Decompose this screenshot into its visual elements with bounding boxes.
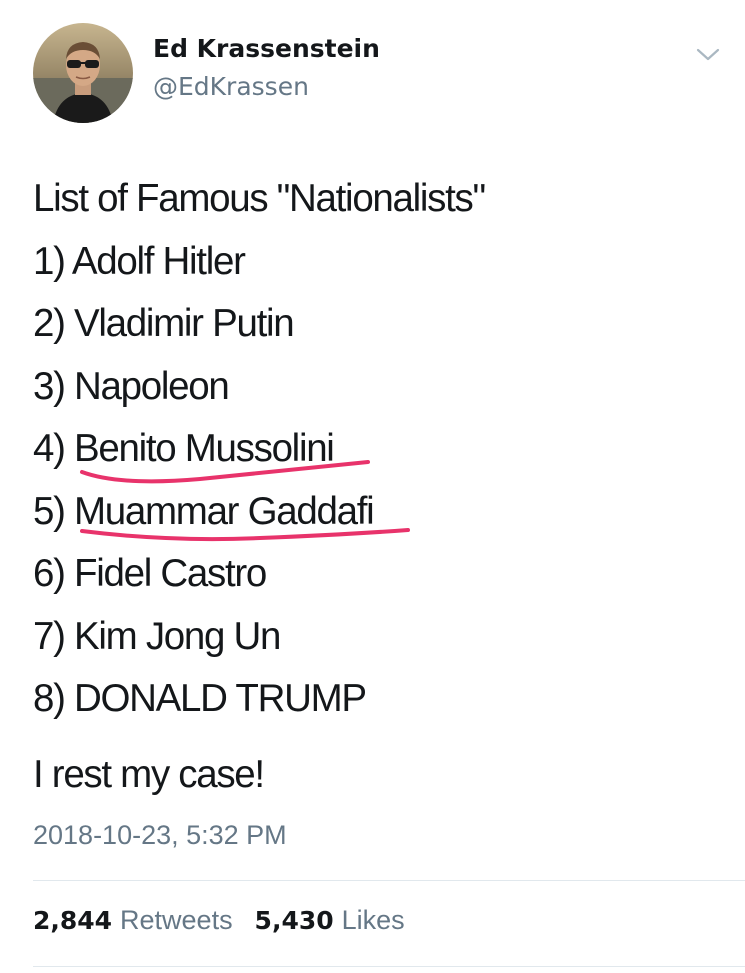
tweet-timestamp[interactable]: 2018-10-23, 5:32 PM (33, 820, 287, 851)
tweet-card: Ed Krassenstein @EdKrassen List of Famou… (0, 0, 745, 973)
likes-count: 5,430 (254, 906, 334, 935)
tweet-text: List of Famous "Nationalists" 1) Adolf H… (33, 168, 486, 731)
retweets-stat[interactable]: 2,844 Retweets (33, 905, 233, 935)
divider (33, 966, 745, 967)
retweets-count: 2,844 (33, 906, 113, 935)
list-item: 6) Fidel Castro (33, 552, 267, 595)
display-name[interactable]: Ed Krassenstein (153, 34, 380, 63)
list-item: 3) Napoleon (33, 364, 230, 408)
list-item: 1) Adolf Hitler (33, 239, 246, 283)
engagement-stats: 2,844 Retweets 5,430 Likes (33, 905, 419, 936)
list-item: 7) Kim Jong Un (33, 614, 281, 658)
user-handle[interactable]: @EdKrassen (153, 72, 309, 101)
tweet-heading: List of Famous "Nationalists" (33, 177, 486, 220)
avatar[interactable] (33, 23, 133, 123)
list-item: 2) Vladimir Putin (33, 302, 295, 345)
list-item: 5) Muammar Gaddafi (33, 489, 375, 533)
list-item: 8) DONALD TRUMP (33, 677, 367, 720)
chevron-down-icon[interactable] (693, 40, 723, 70)
likes-label: Likes (341, 905, 405, 935)
list-item: 4) Benito Mussolini (33, 427, 335, 470)
avatar-photo (33, 23, 133, 123)
likes-stat[interactable]: 5,430 Likes (254, 905, 405, 935)
tweet-closing: I rest my case! (33, 753, 265, 796)
divider (33, 880, 745, 881)
retweets-label: Retweets (120, 905, 233, 935)
